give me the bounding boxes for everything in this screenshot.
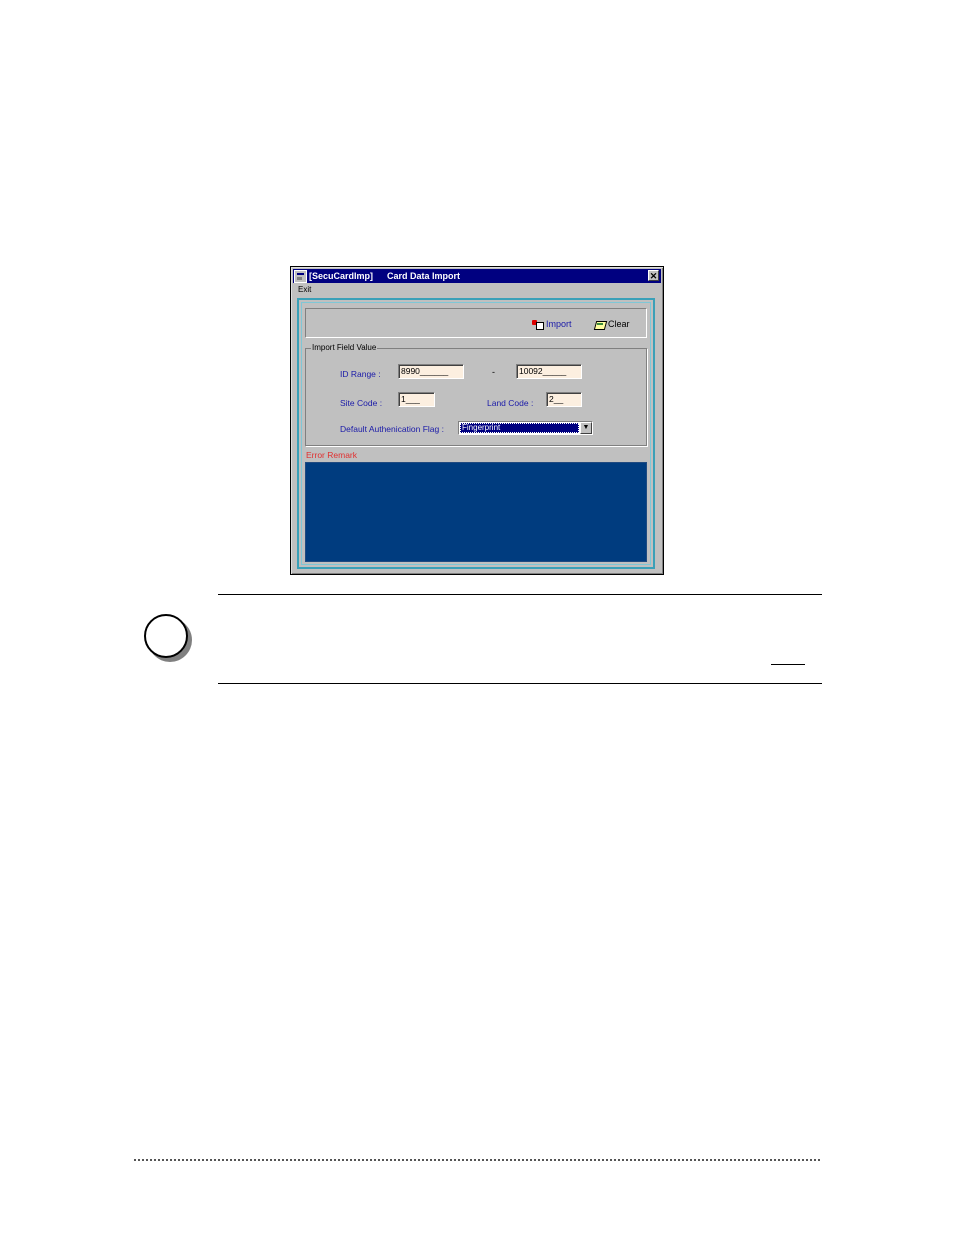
clear-button-label: Clear bbox=[608, 319, 630, 329]
toolbar-panel: Import Clear bbox=[305, 308, 647, 338]
card-data-import-window: [SecuCardImp] Card Data Import ✕ Exit Im… bbox=[290, 266, 664, 575]
client-area: Import Clear Import Field Value ID Range… bbox=[297, 298, 655, 569]
title-app-name: [SecuCardImp] bbox=[309, 271, 374, 281]
note-bottom-rule bbox=[218, 683, 822, 684]
import-field-value-group: Import Field Value ID Range : 8990______… bbox=[305, 343, 647, 446]
site-code-label: Site Code : bbox=[340, 398, 383, 408]
footer-dotted-rule bbox=[134, 1159, 820, 1161]
site-code-input[interactable]: 1___ bbox=[398, 392, 435, 407]
id-range-label: ID Range : bbox=[340, 369, 381, 379]
close-button[interactable]: ✕ bbox=[648, 270, 659, 281]
app-icon[interactable] bbox=[294, 270, 307, 283]
auth-flag-selected-value: Fingerprint bbox=[460, 423, 579, 433]
id-range-to-input[interactable]: 10092_____ bbox=[516, 364, 582, 379]
clear-button[interactable]: Clear bbox=[594, 318, 630, 330]
import-button[interactable]: Import bbox=[532, 318, 572, 330]
import-button-label: Import bbox=[546, 319, 572, 329]
auth-flag-label: Default Authenication Flag : bbox=[340, 424, 444, 434]
land-code-label: Land Code : bbox=[487, 398, 534, 408]
land-code-input[interactable]: 2__ bbox=[546, 392, 582, 407]
menu-item-exit[interactable]: Exit bbox=[298, 284, 311, 295]
note-underline bbox=[771, 664, 805, 665]
title-form-name: Card Data Import bbox=[387, 271, 461, 281]
title-bar[interactable]: [SecuCardImp] Card Data Import ✕ bbox=[293, 269, 661, 283]
clear-icon bbox=[594, 319, 606, 330]
note-top-rule bbox=[218, 594, 822, 595]
group-legend: Import Field Value bbox=[311, 343, 378, 353]
close-icon: ✕ bbox=[649, 271, 658, 281]
error-remark-area[interactable] bbox=[305, 462, 647, 562]
id-range-from-input[interactable]: 8990______ bbox=[398, 364, 464, 379]
chevron-down-icon[interactable]: ▼ bbox=[580, 422, 592, 434]
menu-bar: Exit bbox=[293, 284, 661, 295]
note-circle-icon bbox=[144, 614, 188, 658]
error-remark-label: Error Remark bbox=[306, 450, 358, 460]
auth-flag-select[interactable]: Fingerprint ▼ bbox=[458, 421, 593, 435]
id-range-separator: - bbox=[492, 367, 495, 377]
import-icon bbox=[532, 319, 544, 330]
